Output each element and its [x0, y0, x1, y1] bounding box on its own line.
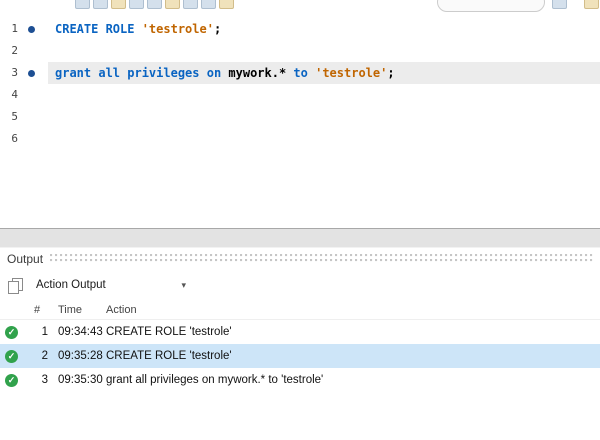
statement-marker-icon [18, 62, 48, 84]
editor-line[interactable]: 6 [0, 128, 600, 150]
mysql-workbench-window: 1 CREATE ROLE 'testrole'; 2 3 grant all … [0, 0, 600, 440]
toolbar-icon[interactable] [165, 0, 180, 9]
row-time: 09:35:30 [58, 374, 103, 386]
code-text: CREATE ROLE 'testrole'; [48, 18, 600, 40]
column-header-index: # [34, 303, 41, 316]
sql-string: 'testrole' [315, 66, 388, 80]
row-index: 3 [41, 374, 48, 386]
statement-marker-icon [18, 40, 48, 62]
sql-punctuation: ; [213, 22, 222, 36]
chevron-down-icon: ▾ [181, 279, 186, 290]
success-icon: ✓ [5, 325, 18, 339]
toolbar-icon[interactable] [183, 0, 198, 9]
line-number: 3 [11, 66, 18, 79]
statement-marker-icon [18, 106, 48, 128]
line-number: 5 [11, 110, 18, 123]
toolbar-icon[interactable] [552, 0, 567, 9]
output-table-header: # Time Action [0, 300, 600, 320]
toolbar-icon[interactable] [93, 0, 108, 9]
toolbar-icon[interactable] [584, 0, 599, 9]
success-icon: ✓ [5, 373, 18, 387]
row-time: 09:34:43 [58, 326, 103, 338]
output-panel: Output Action Output ▾ # Time Action ✓ 1… [0, 248, 600, 440]
column-header-action: Action [106, 303, 137, 316]
sql-keyword: CREATE ROLE [55, 22, 142, 36]
toolbar [0, 0, 600, 14]
line-number: 6 [11, 132, 18, 145]
row-index: 1 [41, 326, 48, 338]
output-row[interactable]: ✓ 1 09:34:43 CREATE ROLE 'testrole' [0, 320, 600, 344]
search-input[interactable] [437, 0, 545, 12]
output-row-selected[interactable]: ✓ 2 09:35:28 CREATE ROLE 'testrole' [0, 344, 600, 368]
row-action: CREATE ROLE 'testrole' [106, 326, 232, 338]
code-text-current-line: grant all privileges on mywork.* to 'tes… [48, 62, 600, 84]
output-type-value: Action Output [36, 279, 106, 291]
sql-string: 'testrole' [141, 22, 214, 36]
row-index: 2 [41, 350, 48, 362]
toolbar-icon[interactable] [129, 0, 144, 9]
output-toolbar: Action Output ▾ [0, 270, 600, 300]
line-number: 4 [11, 88, 18, 101]
line-number: 1 [11, 22, 18, 35]
column-header-time: Time [58, 303, 83, 316]
statement-marker-icon [18, 18, 48, 40]
row-action: grant all privileges on mywork.* to 'tes… [106, 374, 324, 386]
editor-line[interactable]: 1 CREATE ROLE 'testrole'; [0, 18, 600, 40]
line-number: 2 [11, 44, 18, 57]
output-header-texture [50, 254, 595, 264]
statement-marker-icon [18, 84, 48, 106]
output-panel-header: Output [0, 248, 600, 270]
sql-identifier: mywork.* [228, 66, 294, 80]
panel-splitter[interactable] [0, 228, 600, 248]
sql-keyword: to [293, 66, 316, 80]
sql-punctuation: ; [387, 66, 395, 80]
success-icon: ✓ [5, 349, 18, 363]
editor-line[interactable]: 3 grant all privileges on mywork.* to 't… [0, 62, 600, 84]
output-row[interactable]: ✓ 3 09:35:30 grant all privileges on myw… [0, 368, 600, 392]
row-time: 09:35:28 [58, 350, 103, 362]
toolbar-icon[interactable] [219, 0, 234, 9]
editor-line[interactable]: 4 [0, 84, 600, 106]
toolbar-icon[interactable] [111, 0, 126, 9]
editor-line[interactable]: 5 [0, 106, 600, 128]
toolbar-icon[interactable] [201, 0, 216, 9]
output-panel-title: Output [7, 252, 44, 266]
editor-line[interactable]: 2 [0, 40, 600, 62]
statement-marker-icon [18, 128, 48, 150]
sql-editor[interactable]: 1 CREATE ROLE 'testrole'; 2 3 grant all … [0, 14, 600, 228]
copy-output-icon[interactable] [8, 277, 23, 294]
sql-keyword: grant all privileges on [55, 66, 229, 80]
output-type-select[interactable]: Action Output ▾ [36, 275, 186, 295]
toolbar-icon[interactable] [75, 0, 90, 9]
row-action: CREATE ROLE 'testrole' [106, 350, 232, 362]
toolbar-icon[interactable] [147, 0, 162, 9]
